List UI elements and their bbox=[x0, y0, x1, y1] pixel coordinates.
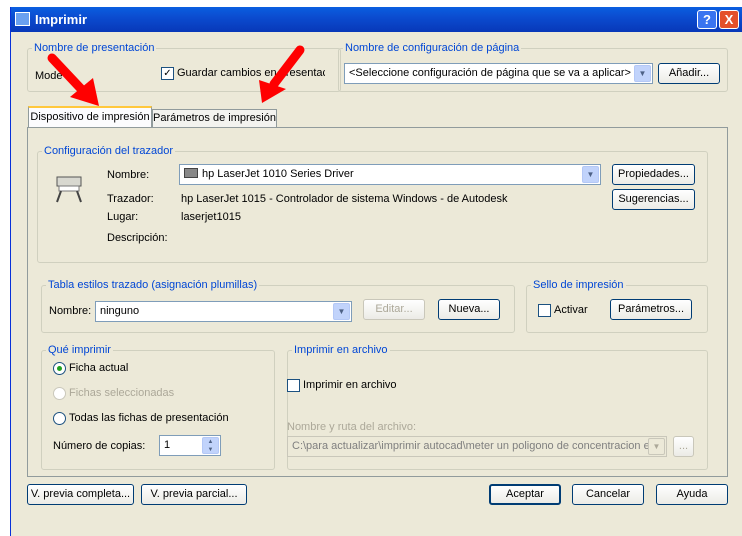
plotter-config-group-label: Configuración del trazador bbox=[42, 145, 176, 157]
where-label: Lugar: bbox=[107, 211, 139, 223]
help-button[interactable]: Ayuda bbox=[656, 484, 728, 505]
plot-style-value: ninguno bbox=[100, 305, 140, 317]
copies-stepper[interactable]: 1 ▲ ▼ bbox=[159, 435, 221, 456]
plot-style-select[interactable]: ninguno ▼ bbox=[95, 301, 352, 322]
file-path-label: Nombre y ruta del archivo: bbox=[287, 421, 416, 433]
description-label: Descripción: bbox=[107, 232, 168, 244]
chevron-down-icon: ▼ bbox=[648, 438, 665, 455]
printer-icon bbox=[184, 168, 198, 178]
where-value: laserjet1015 bbox=[181, 211, 241, 223]
save-changes-checkbox[interactable]: ✓ bbox=[161, 67, 174, 80]
presentation-name-group-label: Nombre de presentación bbox=[32, 42, 157, 54]
hints-button[interactable]: Sugerencias... bbox=[612, 189, 695, 210]
plot-style-name-label: Nombre: bbox=[49, 305, 92, 317]
model-text: Mode bbox=[35, 70, 63, 82]
plotter-name-label: Nombre: bbox=[107, 169, 150, 181]
stamp-on-label: Activar bbox=[554, 304, 588, 316]
chevron-down-icon: ▼ bbox=[333, 303, 350, 320]
title-bar: Imprimir ? X bbox=[11, 7, 742, 32]
page-setup-value: <Seleccione configuración de página que … bbox=[349, 67, 631, 79]
file-path-value: C:\para actualizar\imprimir autocad\mete… bbox=[292, 440, 656, 452]
plot-to-file-group-label: Imprimir en archivo bbox=[292, 344, 390, 356]
what-to-plot-group-label: Qué imprimir bbox=[46, 344, 113, 356]
plot-to-file-label: Imprimir en archivo bbox=[303, 379, 397, 391]
properties-button[interactable]: Propiedades... bbox=[612, 164, 695, 185]
tab-print-settings[interactable]: Parámetros de impresión bbox=[152, 109, 277, 128]
file-path-select[interactable]: C:\para actualizar\imprimir autocad\mete… bbox=[287, 436, 667, 457]
tab-print-device[interactable]: Dispositivo de impresión bbox=[28, 106, 152, 128]
help-title-button[interactable]: ? bbox=[697, 10, 717, 29]
plotter-icon bbox=[56, 176, 82, 203]
close-icon[interactable]: X bbox=[719, 10, 739, 29]
plotter-name-select[interactable]: hp LaserJet 1010 Series Driver ▼ bbox=[179, 164, 601, 185]
partial-preview-button[interactable]: V. previa parcial... bbox=[141, 484, 247, 505]
all-tabs-label: Todas las fichas de presentación bbox=[69, 412, 229, 424]
selected-tabs-radio[interactable] bbox=[53, 387, 66, 400]
current-tab-radio[interactable] bbox=[53, 362, 66, 375]
browse-button[interactable]: ... bbox=[673, 436, 694, 457]
dialog-title: Imprimir bbox=[35, 12, 88, 27]
copies-label: Número de copias: bbox=[53, 440, 146, 452]
plot-style-group-label: Tabla estilos trazado (asignación plumil… bbox=[46, 279, 260, 291]
print-dialog: Imprimir ? X Nombre de presentación Mode… bbox=[10, 7, 742, 536]
plot-to-file-checkbox[interactable] bbox=[287, 379, 300, 392]
app-icon bbox=[15, 12, 30, 26]
current-tab-label: Ficha actual bbox=[69, 362, 129, 374]
chevron-down-icon: ▼ bbox=[582, 166, 599, 183]
page-setup-select[interactable]: <Seleccione configuración de página que … bbox=[344, 63, 653, 84]
cancel-button[interactable]: Cancelar bbox=[572, 484, 644, 505]
plotter-value: hp LaserJet 1015 - Controlador de sistem… bbox=[181, 193, 508, 205]
selected-tabs-label: Fichas seleccionadas bbox=[69, 387, 175, 399]
save-changes-label: Guardar cambios en presentación bbox=[177, 67, 325, 79]
stamp-settings-button[interactable]: Parámetros... bbox=[610, 299, 692, 320]
page-setup-group-label: Nombre de configuración de página bbox=[343, 42, 522, 54]
chevron-down-icon: ▼ bbox=[634, 65, 651, 82]
plot-stamp-group-label: Sello de impresión bbox=[531, 279, 626, 291]
edit-style-button[interactable]: Editar... bbox=[363, 299, 425, 320]
copies-value: 1 bbox=[164, 439, 171, 451]
plotter-name-value: hp LaserJet 1010 Series Driver bbox=[202, 168, 354, 180]
add-page-setup-button[interactable]: Añadir... bbox=[658, 63, 720, 84]
new-style-button[interactable]: Nueva... bbox=[438, 299, 500, 320]
plotter-label: Trazador: bbox=[107, 193, 154, 205]
spin-arrows-icon[interactable]: ▲ ▼ bbox=[202, 437, 219, 454]
ok-button[interactable]: Aceptar bbox=[489, 484, 561, 505]
full-preview-button[interactable]: V. previa completa... bbox=[27, 484, 134, 505]
stamp-on-checkbox[interactable] bbox=[538, 304, 551, 317]
all-tabs-radio[interactable] bbox=[53, 412, 66, 425]
